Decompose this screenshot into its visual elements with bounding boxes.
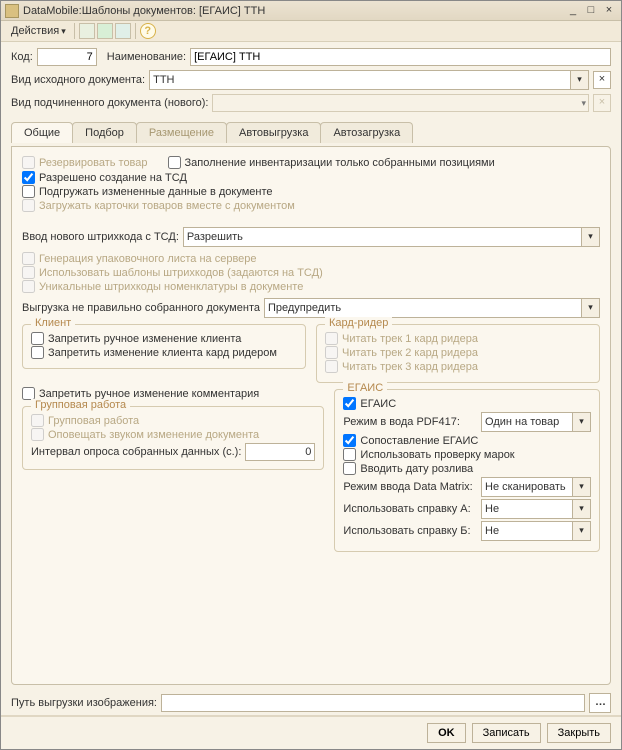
app-icon	[5, 4, 19, 18]
interval-input	[245, 443, 315, 461]
toolbar-icon-2[interactable]	[97, 23, 113, 39]
src-doc-value: ТТН	[149, 70, 571, 90]
track3-checkbox: Читать трек 3 кард ридера	[325, 360, 591, 373]
refb-select[interactable]: Не использовать	[481, 521, 591, 541]
wrong-doc-label: Выгрузка не правильно собранного докумен…	[22, 302, 260, 314]
allow-create-checkbox[interactable]: Разрешено создание на ТСД	[22, 171, 600, 184]
help-icon[interactable]: ?	[140, 23, 156, 39]
dm-mode-select[interactable]: Не сканировать	[481, 477, 591, 497]
actions-label: Действия	[11, 25, 59, 37]
close-button[interactable]: Закрыть	[547, 723, 611, 743]
close-window-button[interactable]: ×	[601, 4, 617, 18]
footer: OK Записать Закрыть	[1, 715, 621, 749]
maximize-button[interactable]: □	[583, 4, 599, 18]
group-cardreader-legend: Кард-ридер	[325, 317, 392, 329]
img-path-input[interactable]	[161, 694, 585, 712]
group-client: Клиент Запретить ручное изменение клиент…	[22, 324, 306, 369]
chevron-down-icon[interactable]	[582, 227, 600, 247]
egais-match-checkbox[interactable]: Сопоставление ЕГАИС	[343, 434, 591, 447]
track2-checkbox: Читать трек 2 кард ридера	[325, 346, 591, 359]
chevron-down-icon[interactable]	[573, 412, 591, 432]
clear-src-doc-button[interactable]: ×	[593, 71, 611, 89]
bottling-date-checkbox[interactable]: Вводить дату розлива	[343, 462, 591, 475]
chevron-down-icon[interactable]	[582, 298, 600, 318]
browse-button[interactable]: …	[589, 693, 611, 713]
window-title: DataMobile:Шаблоны документов: [ЕГАИС] Т…	[23, 5, 563, 17]
wrong-doc-select[interactable]: Предупредить	[264, 298, 600, 318]
egais-mode-label: Режим в вода PDF417:	[343, 416, 477, 428]
chevron-down-icon	[61, 25, 66, 37]
use-templates-checkbox: Использовать шаблоны штрихкодов (задаютс…	[22, 266, 600, 279]
forbid-card-client-checkbox[interactable]: Запретить изменение клиента кард ридером	[31, 346, 297, 359]
save-button[interactable]: Записать	[472, 723, 541, 743]
group-cardreader: Кард-ридер Читать трек 1 кард ридера Чит…	[316, 324, 600, 383]
tab-placement[interactable]: Размещение	[136, 122, 227, 143]
sub-doc-label: Вид подчиненного документа (нового):	[11, 97, 208, 109]
sub-doc-select	[212, 94, 589, 112]
group-egais: ЕГАИС ЕГАИС Режим в вода PDF417: Один на…	[334, 389, 600, 552]
toolbar: Действия ?	[1, 21, 621, 42]
tab-body-general: Резервировать товар Заполнение инвентари…	[11, 146, 611, 685]
chevron-down-icon[interactable]	[573, 499, 591, 519]
refa-value: Не использовать	[481, 499, 573, 519]
chevron-down-icon[interactable]	[571, 70, 589, 90]
refb-value: Не использовать	[481, 521, 573, 541]
check-marks-checkbox[interactable]: Использовать проверку марок	[343, 448, 591, 461]
new-bc-value: Разрешить	[183, 227, 582, 247]
track1-checkbox: Читать трек 1 кард ридера	[325, 332, 591, 345]
egais-mode-value: Один на товар	[481, 412, 573, 432]
new-bc-label: Ввод нового штрихкода с ТСД:	[22, 231, 179, 243]
chevron-down-icon[interactable]	[573, 477, 591, 497]
gen-pack-checkbox: Генерация упаковочного листа на сервере	[22, 252, 600, 265]
titlebar: DataMobile:Шаблоны документов: [ЕГАИС] Т…	[1, 1, 621, 21]
refa-select[interactable]: Не использовать	[481, 499, 591, 519]
ok-button[interactable]: OK	[427, 723, 466, 743]
egais-mode-select[interactable]: Один на товар	[481, 412, 591, 432]
separator	[135, 23, 136, 39]
chevron-down-icon	[581, 97, 586, 109]
toolbar-icon-3[interactable]	[115, 23, 131, 39]
src-doc-select[interactable]: ТТН	[149, 70, 589, 90]
load-changed-checkbox[interactable]: Подгружать измененные данные в документе	[22, 185, 600, 198]
separator	[74, 23, 75, 39]
tab-selection[interactable]: Подбор	[72, 122, 137, 143]
group-groupwork-legend: Групповая работа	[31, 399, 130, 411]
tab-autoimport[interactable]: Автозагрузка	[320, 122, 413, 143]
code-label: Код:	[11, 51, 33, 63]
forbid-manual-client-checkbox[interactable]: Запретить ручное изменение клиента	[31, 332, 297, 345]
new-bc-select[interactable]: Разрешить	[183, 227, 600, 247]
group-groupwork: Групповая работа Групповая работа Оповещ…	[22, 406, 324, 470]
minimize-button[interactable]: _	[565, 4, 581, 18]
clear-sub-doc-button: ×	[593, 94, 611, 112]
chevron-down-icon[interactable]	[573, 521, 591, 541]
unique-bc-checkbox: Уникальные штрихкоды номенклатуры в доку…	[22, 280, 600, 293]
code-input[interactable]	[37, 48, 97, 66]
egais-enabled-checkbox[interactable]: ЕГАИС	[343, 397, 591, 410]
actions-menu[interactable]: Действия	[7, 23, 70, 39]
group-client-legend: Клиент	[31, 317, 75, 329]
wrong-doc-value: Предупредить	[264, 298, 582, 318]
refa-label: Использовать справку А:	[343, 503, 477, 515]
refb-label: Использовать справку Б:	[343, 525, 477, 537]
group-egais-legend: ЕГАИС	[343, 382, 387, 394]
name-label: Наименование:	[107, 51, 186, 63]
tab-autoexport[interactable]: Автовыгрузка	[226, 122, 321, 143]
img-path-label: Путь выгрузки изображения:	[11, 697, 157, 709]
name-input[interactable]	[190, 48, 611, 66]
sound-notify-checkbox: Оповещать звуком изменение документа	[31, 428, 315, 441]
interval-label: Интервал опроса собранных данных (с.):	[31, 446, 241, 458]
inv-fill-checkbox[interactable]: Заполнение инвентаризации только собранн…	[168, 156, 495, 169]
tab-general[interactable]: Общие	[11, 122, 73, 143]
groupwork-checkbox: Групповая работа	[31, 414, 315, 427]
load-cards-checkbox: Загружать карточки товаров вместе с доку…	[22, 199, 600, 212]
reserve-checkbox: Резервировать товар	[22, 156, 148, 169]
toolbar-icon-1[interactable]	[79, 23, 95, 39]
dm-mode-label: Режим ввода Data Matrix:	[343, 481, 477, 493]
src-doc-label: Вид исходного документа:	[11, 74, 145, 86]
dm-mode-value: Не сканировать	[481, 477, 573, 497]
tabstrip: Общие Подбор Размещение Автовыгрузка Авт…	[11, 122, 611, 143]
